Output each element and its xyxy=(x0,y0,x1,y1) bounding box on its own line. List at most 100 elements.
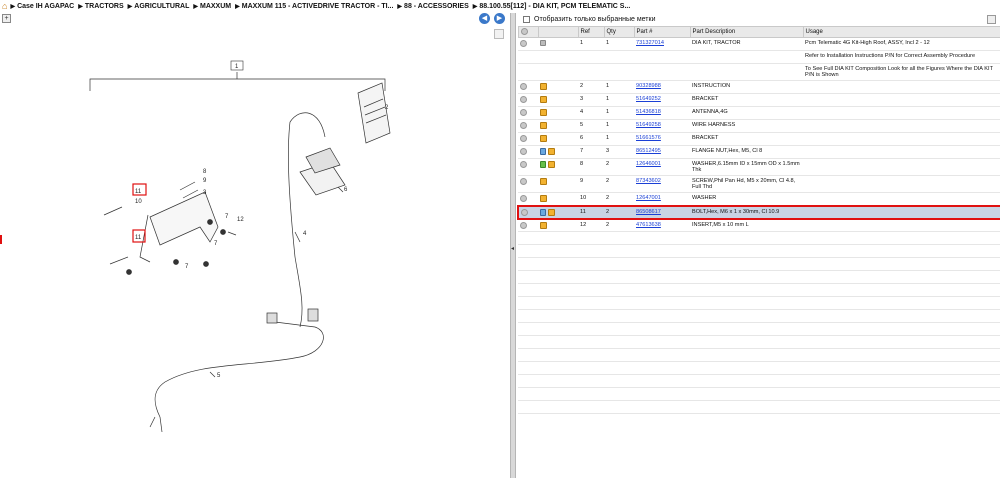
breadcrumb-item[interactable]: MAXXUM 115 - ACTIVEDRIVE TRACTOR - TI... xyxy=(242,3,394,10)
part-box-icon[interactable] xyxy=(540,178,547,185)
part-number-link[interactable]: 51649252 xyxy=(636,96,661,102)
part-number-header[interactable]: Part # xyxy=(633,26,691,38)
select-circle-icon[interactable] xyxy=(520,40,527,47)
substitute-icon[interactable] xyxy=(540,148,546,155)
table-row[interactable]: 1 1 731327014 DIA KIT, TRACTOR Pcm Telematic… xyxy=(518,37,1000,51)
select-circle-icon[interactable] xyxy=(520,178,527,185)
usage-header[interactable]: Usage xyxy=(802,26,1000,38)
part-number-cell[interactable]: 731327014 xyxy=(634,37,690,51)
home-icon[interactable]: ⌂ xyxy=(2,1,7,11)
part-box-icon[interactable] xyxy=(540,96,547,103)
callout-2: 2 xyxy=(385,105,389,111)
pane-splitter[interactable]: ◂ xyxy=(510,13,516,478)
gear-icon[interactable] xyxy=(520,28,528,36)
table-row[interactable]: 8 2 12646001 WASHER,6.15mm ID x 15mm OD x 1… xyxy=(518,158,1000,176)
table-row[interactable]: 6 1 51661576 BRACKET xyxy=(518,132,1000,146)
part-number-cell[interactable] xyxy=(634,63,690,81)
select-circle-icon[interactable] xyxy=(520,96,527,103)
table-row[interactable]: 3 1 51649252 BRACKET xyxy=(518,93,1000,107)
select-circle-icon[interactable] xyxy=(520,195,527,202)
part-description-cell xyxy=(690,50,803,64)
table-row[interactable]: 10 2 12647001 WASHER xyxy=(518,192,1000,206)
table-row[interactable]: 2 1 90328988 INSTRUCTION xyxy=(518,80,1000,94)
part-number-link[interactable]: 51649258 xyxy=(636,122,661,128)
table-row[interactable]: Refer to Installation Instructions P/N f… xyxy=(518,50,1000,64)
callout-5: 5 xyxy=(217,373,221,379)
part-description-cell: INSTRUCTION xyxy=(690,80,803,94)
select-circle-icon[interactable] xyxy=(520,109,527,116)
part-number-cell[interactable]: 12647001 xyxy=(634,192,690,206)
breadcrumb-item[interactable]: MAXXUM xyxy=(200,3,231,10)
select-circle-icon[interactable] xyxy=(520,221,527,229)
substitute-icon[interactable] xyxy=(540,208,546,216)
empty-row xyxy=(518,374,1000,388)
part-box-icon[interactable] xyxy=(540,83,547,90)
part-number-link[interactable]: 51661576 xyxy=(636,135,661,141)
table-row[interactable]: 12 2 47613638 INSERT,M5 x 10 mm L xyxy=(518,218,1000,232)
part-box-icon[interactable] xyxy=(540,109,547,116)
table-row[interactable]: 9 2 87343602 SCREW,Phil Pan Hd, M5 x 20mm, … xyxy=(518,175,1000,193)
empty-row xyxy=(518,400,1000,414)
ref-cell xyxy=(578,50,604,64)
part-number-link[interactable]: 12646001 xyxy=(636,161,661,167)
part-number-cell[interactable]: 51649252 xyxy=(634,93,690,107)
filter-label: Отобразить только выбранные метки xyxy=(534,16,656,23)
wrench-icon[interactable] xyxy=(540,40,546,46)
select-circle-icon[interactable] xyxy=(520,148,527,155)
part-number-link[interactable]: 86508617 xyxy=(636,209,661,215)
previous-page-icon[interactable]: ◀ xyxy=(479,13,490,24)
table-row[interactable]: To See Full DIA KIT Composition Look for… xyxy=(518,63,1000,81)
select-circle-icon[interactable] xyxy=(520,83,527,90)
expand-icon[interactable]: + xyxy=(2,14,11,23)
table-row[interactable]: 7 3 86512495 FLANGE NUT,Hex, M5, Cl 8 xyxy=(518,145,1000,159)
select-circle-icon[interactable] xyxy=(520,122,527,129)
qty-header[interactable]: Qty xyxy=(603,26,635,38)
usage-cell xyxy=(803,145,1000,159)
part-box-icon[interactable] xyxy=(548,148,555,155)
part-box-icon[interactable] xyxy=(548,208,555,216)
table-row[interactable]: 5 1 51649258 WIRE HARNESS xyxy=(518,119,1000,133)
select-circle-icon[interactable] xyxy=(521,208,528,216)
part-number-cell[interactable]: 86508617 xyxy=(634,204,690,220)
breadcrumb-item[interactable]: 88.100.55[112] - DIA KIT, PCM TELEMATIC … xyxy=(479,3,630,10)
part-box-icon[interactable] xyxy=(540,122,547,129)
select-circle-icon[interactable] xyxy=(520,161,527,168)
part-number-cell[interactable]: 47613638 xyxy=(634,218,690,232)
part-number-cell[interactable] xyxy=(634,50,690,64)
part-number-cell[interactable]: 87343602 xyxy=(634,175,690,193)
part-number-link[interactable]: 87343602 xyxy=(636,178,661,184)
part-number-link[interactable]: 86512495 xyxy=(636,148,661,154)
next-page-icon[interactable]: ▶ xyxy=(494,13,505,24)
ref-header[interactable]: Ref xyxy=(577,26,605,38)
print-icon[interactable] xyxy=(987,15,996,24)
table-row[interactable]: 4 1 51436818 ANTENNA,4G xyxy=(518,106,1000,120)
part-number-link[interactable]: 12647001 xyxy=(636,195,661,201)
part-description-header[interactable]: Part Description xyxy=(689,26,804,38)
part-number-link[interactable]: 51436818 xyxy=(636,109,661,115)
callout-11: 11 xyxy=(135,189,142,195)
part-box-icon[interactable] xyxy=(540,135,547,142)
replacement-arrow-icon[interactable] xyxy=(540,161,546,168)
select-circle-icon[interactable] xyxy=(520,135,527,142)
breadcrumb-item[interactable]: AGRICULTURAL xyxy=(134,3,189,10)
part-number-cell[interactable]: 51661576 xyxy=(634,132,690,146)
part-number-cell[interactable]: 90328988 xyxy=(634,80,690,94)
part-number-cell[interactable]: 12646001 xyxy=(634,158,690,176)
part-number-cell[interactable]: 86512495 xyxy=(634,145,690,159)
breadcrumb-item[interactable]: Case IH AGAPAC xyxy=(17,3,74,10)
settings-header[interactable] xyxy=(517,26,539,38)
table-row[interactable]: 11 2 86508617 BOLT,Hex, M6 x 1 x 30mm, Cl 1… xyxy=(517,204,1000,220)
part-number-link[interactable]: 731327014 xyxy=(636,40,664,46)
empty-row xyxy=(518,270,1000,284)
part-number-link[interactable]: 47613638 xyxy=(636,222,661,228)
part-box-icon[interactable] xyxy=(540,221,547,229)
breadcrumb-item[interactable]: 88 - ACCESSORIES xyxy=(404,3,469,10)
collapse-icon[interactable]: ◂ xyxy=(511,245,515,255)
breadcrumb-item[interactable]: TRACTORS xyxy=(85,3,124,10)
part-box-icon[interactable] xyxy=(548,161,555,168)
part-number-link[interactable]: 90328988 xyxy=(636,83,661,89)
part-number-cell[interactable]: 51436818 xyxy=(634,106,690,120)
part-number-cell[interactable]: 51649258 xyxy=(634,119,690,133)
selected-only-checkbox[interactable] xyxy=(523,16,530,23)
part-box-icon[interactable] xyxy=(540,195,547,202)
